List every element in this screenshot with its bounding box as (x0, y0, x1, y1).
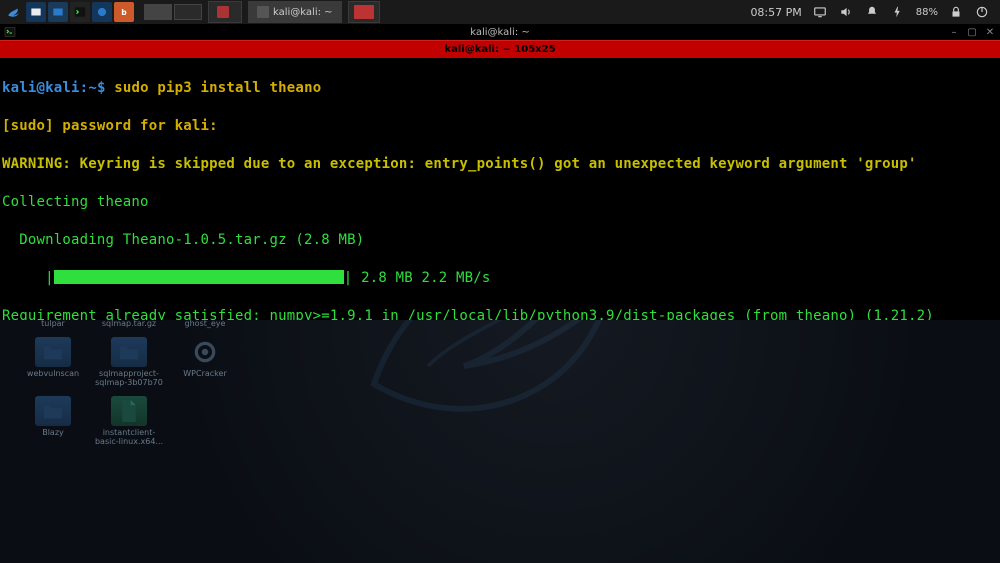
terminal-titlebar[interactable]: kali@kali: ~ – ▢ ✕ (0, 24, 1000, 40)
svg-text:b: b (121, 8, 127, 17)
maximize-button[interactable]: ▢ (966, 26, 978, 38)
taskbar-app-icon (217, 6, 229, 18)
kali-menu-icon[interactable] (4, 2, 24, 22)
folder-icon (111, 337, 147, 367)
terminal-tab-label: kali@kali: ~ 105x25 (444, 44, 555, 55)
files-launcher-icon[interactable] (26, 2, 46, 22)
progress-bar (54, 270, 344, 284)
workspace-switcher[interactable] (144, 4, 202, 20)
progress-line: || 2.8 MB 2.2 MB/s (2, 269, 998, 288)
volume-icon[interactable] (838, 4, 854, 20)
battery-icon[interactable] (890, 4, 906, 20)
top-panel: b kali@kali: ~ 08:57 PM (0, 0, 1000, 24)
files2-launcher-icon[interactable] (48, 2, 68, 22)
notifications-icon[interactable] (864, 4, 880, 20)
display-icon[interactable] (812, 4, 828, 20)
prompt-user: kali@kali (2, 80, 80, 96)
desktop-icon-label: sqlmapproject-sqlmap-3b07b70 (94, 370, 164, 388)
desktop-icon[interactable]: sqlmapproject-sqlmap-3b07b70 (94, 337, 164, 388)
power-icon[interactable] (974, 4, 990, 20)
terminal-tab[interactable]: kali@kali: ~ 105x25 (0, 40, 1000, 58)
desktop-icon-label: sqlmap.tar.gz (102, 320, 156, 329)
progress-label: 2.8 MB 2.2 MB/s (352, 270, 490, 286)
terminal-title-icon (4, 26, 16, 38)
gear-icon (187, 337, 223, 367)
taskbar-item[interactable]: kali@kali: ~ (248, 1, 342, 23)
taskbar-app-icon (257, 6, 269, 18)
burp-launcher-icon[interactable]: b (114, 2, 134, 22)
terminal-window-title: kali@kali: ~ (470, 27, 530, 38)
desktop-icon[interactable]: instantclient-basic-linux.x64... (94, 396, 164, 447)
collecting-line: Collecting theano (2, 193, 998, 212)
workspace-2[interactable] (174, 4, 202, 20)
terminal-window: kali@kali: ~ – ▢ ✕ kali@kali: ~ 105x25 k… (0, 24, 1000, 320)
warning-line: WARNING: Keyring is skipped due to an ex… (2, 155, 998, 174)
clock: 08:57 PM (750, 6, 801, 19)
taskbar-app-icon (354, 5, 374, 19)
desktop-icon-label: WPCracker (183, 370, 226, 379)
terminal-body[interactable]: kali@kali:~$ sudo pip3 install theano [s… (0, 58, 1000, 320)
taskbar-item[interactable] (348, 1, 380, 23)
desktop-icon[interactable]: WPCracker (170, 337, 240, 388)
sudo-prompt-line: [sudo] password for kali: (2, 117, 998, 136)
lock-icon[interactable] (948, 4, 964, 20)
folder-icon (35, 396, 71, 426)
terminal-command: sudo pip3 install theano (114, 80, 321, 96)
minimize-button[interactable]: – (948, 26, 960, 38)
downloading-line: Downloading Theano-1.0.5.tar.gz (2.8 MB) (2, 231, 998, 250)
close-button[interactable]: ✕ (984, 26, 996, 38)
requirement-line: Requirement already satisfied: numpy>=1.… (2, 307, 998, 320)
panel-left: b kali@kali: ~ (0, 1, 380, 23)
desktop-icon-label: Blazy (42, 429, 64, 438)
desktop-icon-label: tulpar (41, 320, 65, 329)
battery-percent: 88% (916, 7, 938, 18)
desktop-icon-label: instantclient-basic-linux.x64... (94, 429, 164, 447)
taskbar-item[interactable] (208, 1, 242, 23)
desktop-icon-label: webvulnscan (27, 370, 79, 379)
browser-launcher-icon[interactable] (92, 2, 112, 22)
taskbar-label: kali@kali: ~ (273, 7, 333, 18)
desktop-icon[interactable]: Blazy (18, 396, 88, 447)
workspace-1[interactable] (144, 4, 172, 20)
prompt-path: ~ (88, 80, 97, 96)
desktop-icon-label: ghost_eye (185, 320, 226, 329)
desktop-icon[interactable]: webvulnscan (18, 337, 88, 388)
window-controls: – ▢ ✕ (948, 26, 996, 38)
folder-icon (35, 337, 71, 367)
panel-right: 08:57 PM 88% (750, 4, 1000, 20)
terminal-launcher-icon[interactable] (70, 2, 90, 22)
file-icon (111, 396, 147, 426)
